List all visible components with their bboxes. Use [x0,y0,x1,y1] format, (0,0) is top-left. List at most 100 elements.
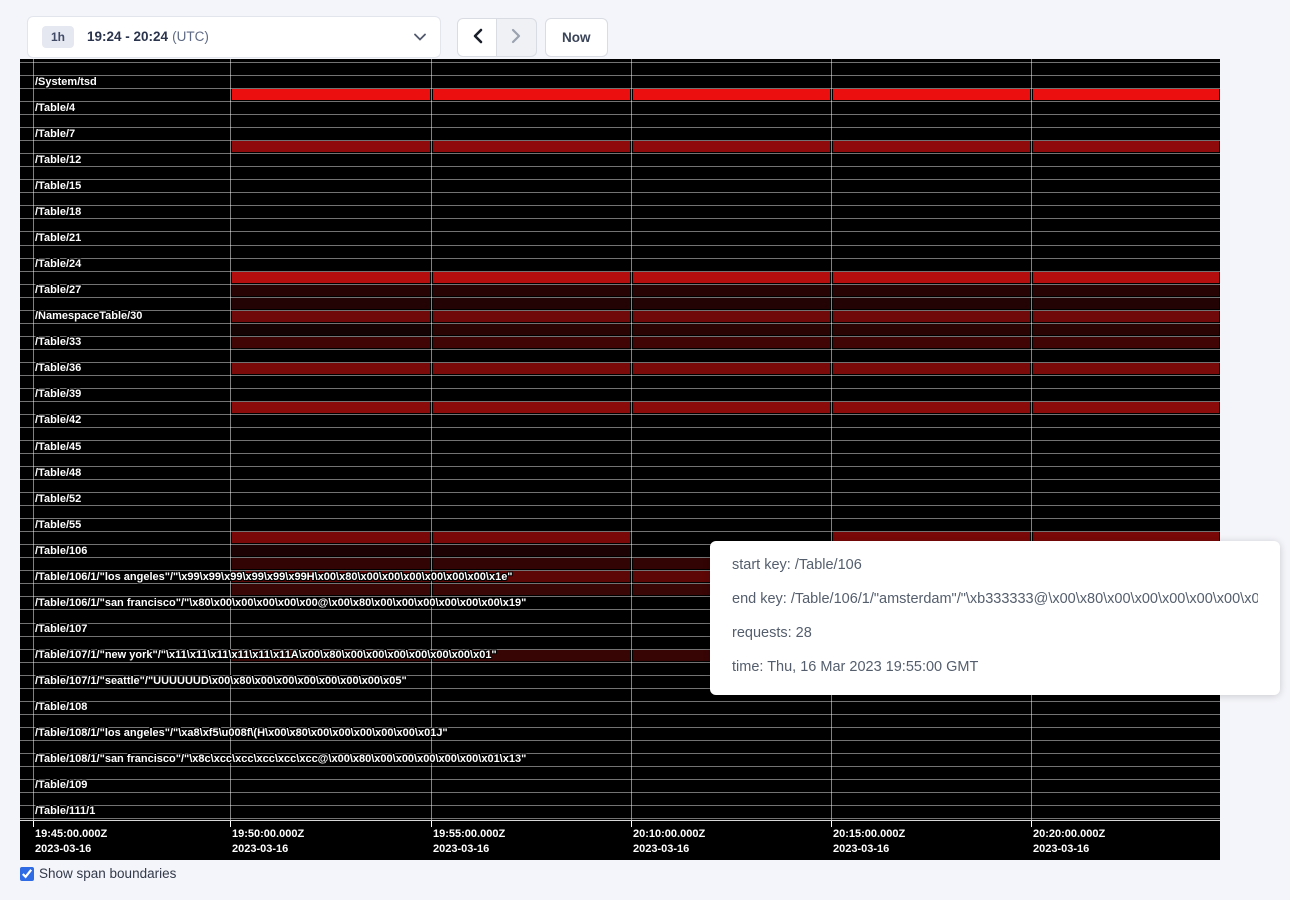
span-boundary-line [20,375,1220,376]
heatmap-cell-band[interactable] [232,532,430,543]
heatmap-cell-band[interactable] [232,141,430,152]
heatmap-cell-band[interactable] [232,298,430,309]
heatmap-row-label: /Table/39 [35,389,81,400]
time-axis: 19:45:00.000Z2023-03-1619:50:00.000Z2023… [20,820,1220,860]
heatmap-cell-band[interactable] [232,545,430,556]
show-span-boundaries-checkbox[interactable] [20,867,34,881]
span-boundary-line [20,231,1220,232]
heatmap-cell-band[interactable] [433,89,630,100]
heatmap-cell-band[interactable] [1033,363,1219,374]
heatmap-cell-band[interactable] [232,558,430,569]
heatmap-cell-band[interactable] [633,298,830,309]
axis-tick-label: 19:45:00.000Z2023-03-16 [35,827,107,857]
heatmap-cell-band[interactable] [633,402,830,413]
span-boundary-line [20,779,1220,780]
heatmap-cell-band[interactable] [433,545,630,556]
heatmap-cell-band[interactable] [833,141,1030,152]
heatmap-row-label: /Table/108/1/"los angeles"/"\xa8\xf5\u00… [35,728,448,739]
span-boundary-line [20,258,1220,259]
heatmap-cell-band[interactable] [833,337,1030,348]
heatmap-row-label: /Table/24 [35,259,81,270]
heatmap-cell-band[interactable] [1033,324,1219,335]
heatmap-row-label: /Table/107 [35,624,87,635]
range-duration-badge: 1h [42,26,74,48]
heatmap-cell-band[interactable] [433,584,630,595]
heatmap-cell-band[interactable] [433,337,630,348]
now-button[interactable]: Now [545,18,608,57]
time-gridline [33,59,34,820]
heatmap-cell-band[interactable] [1033,337,1219,348]
heatmap-cell-band[interactable] [1033,272,1219,283]
span-boundary-line [20,75,1220,76]
show-span-boundaries-control[interactable]: Show span boundaries [20,866,176,881]
heatmap-cell-band[interactable] [232,285,430,296]
time-range-selector[interactable]: 1h 19:24 - 20:24(UTC) [27,16,441,58]
heatmap-row-label: /Table/27 [35,285,81,296]
heatmap-cell-band[interactable] [232,324,430,335]
heatmap-cell-band[interactable] [1033,311,1219,322]
heatmap-cell-band[interactable] [833,311,1030,322]
heatmap-cell-band[interactable] [232,337,430,348]
heatmap-cell-band[interactable] [433,285,630,296]
heatmap-cell-band[interactable] [433,141,630,152]
heatmap-cell-band[interactable] [633,272,830,283]
heatmap-cell-band[interactable] [232,363,430,374]
heatmap-cell-band[interactable] [433,324,630,335]
span-boundary-line [20,114,1220,115]
heatmap-cell-band[interactable] [1033,141,1219,152]
heatmap-cell-band[interactable] [833,402,1030,413]
key-visualizer-heatmap[interactable]: 19:45:00.000Z2023-03-1619:50:00.000Z2023… [20,59,1220,860]
span-boundary-line [20,740,1220,741]
heatmap-cell-band[interactable] [433,402,630,413]
span-boundary-line [20,349,1220,350]
heatmap-cell-band[interactable] [433,298,630,309]
heatmap-cell-band[interactable] [232,402,430,413]
heatmap-cell-band[interactable] [433,363,630,374]
heatmap-cell-band[interactable] [833,298,1030,309]
span-boundary-line [20,505,1220,506]
heatmap-row-label: /Table/45 [35,442,81,453]
heatmap-row-label: /Table/108 [35,702,87,713]
heatmap-cell-band[interactable] [433,311,630,322]
span-boundary-line [20,414,1220,415]
span-boundary-line [20,127,1220,128]
heatmap-row-label: /Table/55 [35,520,81,531]
heatmap-cell-band[interactable] [833,285,1030,296]
heatmap-cell-band[interactable] [433,272,630,283]
span-boundary-line [20,153,1220,154]
heatmap-cell-band[interactable] [633,363,830,374]
range-text: 19:24 - 20:24(UTC) [87,28,209,46]
heatmap-cell-band[interactable] [833,324,1030,335]
heatmap-cell-band[interactable] [232,89,430,100]
heatmap-cell-band[interactable] [833,89,1030,100]
heatmap-cell-band[interactable] [1033,298,1219,309]
span-boundary-line [20,453,1220,454]
heatmap-cell-band[interactable] [232,584,430,595]
heatmap-row-label: /Table/107/1/"new york"/"\x11\x11\x11\x1… [35,650,497,661]
heatmap-row-label: /Table/4 [35,103,75,114]
heatmap-cell-band[interactable] [232,311,430,322]
heatmap-cell-band[interactable] [433,558,630,569]
span-boundary-line [20,101,1220,102]
span-boundary-line [20,518,1220,519]
heatmap-cell-band[interactable] [1033,402,1219,413]
previous-range-button[interactable] [457,18,497,57]
heatmap-cell-band[interactable] [633,89,830,100]
heatmap-cell-band[interactable] [232,272,430,283]
chevron-right-icon [511,28,522,47]
heatmap-cell-band[interactable] [433,532,630,543]
axis-tick [831,821,832,827]
heatmap-cell-band[interactable] [833,272,1030,283]
heatmap-cell-band[interactable] [633,141,830,152]
heatmap-row-label: /Table/106 [35,546,87,557]
heatmap-cell-band[interactable] [633,285,830,296]
heatmap-cell-band[interactable] [833,363,1030,374]
next-range-button[interactable] [497,18,537,57]
heatmap-cell-band[interactable] [1033,285,1219,296]
heatmap-row-label: /Table/111/1 [35,806,95,817]
heatmap-cell-band[interactable] [1033,89,1219,100]
heatmap-cell-band[interactable] [633,324,830,335]
heatmap-cell-band[interactable] [633,311,830,322]
heatmap-row-label: /Table/21 [35,233,81,244]
heatmap-cell-band[interactable] [633,337,830,348]
